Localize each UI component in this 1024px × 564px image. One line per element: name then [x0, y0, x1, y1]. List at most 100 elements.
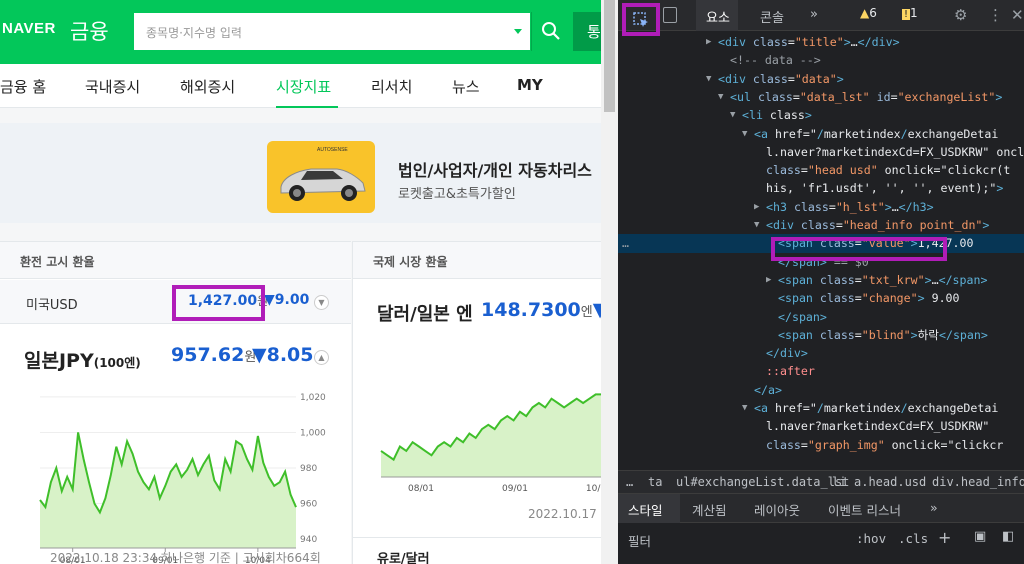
inspect-element-button[interactable] [622, 3, 660, 36]
highlight-box [172, 285, 265, 321]
nav-finance-home[interactable]: 금융 홈 [0, 76, 46, 97]
devtools-panel: 요소 콘솔 » ▲6 ! 1 ⚙ ⋮ ✕ ▶ <div class="title">… [618, 0, 1024, 564]
chart-area [381, 394, 601, 477]
warning-count[interactable]: ▲6 [860, 6, 894, 25]
dom-node-line[interactable]: l.naver?marketindexCd=FX_USDKRW" [618, 417, 1024, 435]
nav-my[interactable]: MY [517, 76, 543, 94]
usd-change: ▼9.00 [264, 292, 310, 308]
sidebar-toggle-icon[interactable]: ◧ [1002, 529, 1014, 544]
next-pair-label[interactable]: 유로/달러 [377, 548, 430, 564]
dom-node-line[interactable]: <span class="change"> 9.00 [618, 289, 1024, 307]
main-nav: 금융 홈 국내증시 해외증시 시장지표 리서치 뉴스 MY [0, 64, 601, 108]
filter-input[interactable]: 필터 [628, 531, 651, 550]
exchange-footer: 2022.10.18 23:34 하나은행 기준 | 고시회차664회 [50, 551, 321, 564]
nav-news[interactable]: 뉴스 [452, 76, 480, 97]
chevron-up-icon[interactable]: ▲ [314, 350, 329, 365]
ad-banner[interactable]: AUTOSENSE 법인/사업자/개인 자동차리스 로켓출고&초특가할인 [0, 123, 601, 223]
breadcrumb: … ta ul#exchangeList.data_lst li a.head.… [618, 470, 1024, 494]
intl-chart[interactable]: 08/01 09/01 10/0 [353, 382, 601, 492]
x-tick-label: 10/0 [586, 484, 601, 492]
dom-node-line[interactable]: l.naver?marketindexCd=FX_USDKRW" onclick… [618, 143, 1024, 161]
inspect-icon [633, 12, 648, 27]
dom-node-line[interactable]: ▼ <div class="data"> [618, 70, 1024, 88]
dom-node-line[interactable]: ▼ <li class> [618, 106, 1024, 124]
nav-research[interactable]: 리서치 [371, 76, 412, 97]
y-tick-label: 1,000 [300, 428, 326, 438]
usd-name[interactable]: 미국USD [26, 294, 78, 313]
naver-logo[interactable]: NAVER [2, 20, 56, 37]
dom-node-line[interactable]: <!-- data --> [618, 51, 1024, 69]
dropdown-arrow-icon[interactable] [514, 29, 522, 34]
tab-console[interactable]: 콘솔 [760, 7, 784, 26]
ad-car-image[interactable]: AUTOSENSE [267, 141, 375, 213]
dom-node-line[interactable]: ▶ <span class="txt_krw">…</span> [618, 271, 1024, 289]
ad-subtitle[interactable]: 로켓출고&초특가할인 [398, 183, 516, 202]
integrated-search-button[interactable]: 통 [573, 12, 601, 51]
gear-icon[interactable]: ⚙ [954, 6, 967, 24]
dom-node-line[interactable]: </span> [618, 308, 1024, 326]
ad-title[interactable]: 법인/사업자/개인 자동차리스 [398, 157, 592, 181]
panel-header: 국제 시장 환율 [353, 242, 601, 279]
more-options-icon[interactable]: ⋮ [988, 6, 1003, 24]
breadcrumb-item[interactable]: div.head_info. [932, 475, 1024, 489]
search-input[interactable]: 종목명·지수명 입력 [133, 12, 531, 51]
new-rule-button[interactable]: + [938, 528, 951, 547]
y-tick-label: 1,020 [300, 393, 326, 403]
issue-count[interactable]: ! 1 [902, 6, 936, 25]
page-scrollbar-thumb[interactable] [604, 0, 615, 112]
dom-node-line[interactable]: ▶ <div class="title">…</div> [618, 33, 1024, 51]
tab-elements[interactable]: 요소 [706, 7, 730, 26]
jpy-name[interactable]: 일본JPY(100엔) [24, 346, 141, 373]
cls-button[interactable]: .cls [898, 531, 928, 546]
jpy-chart[interactable]: 9409609801,0001,02008/01 09/01 10/04 [0, 378, 351, 564]
dom-node-line[interactable]: ▼ <a href="/marketindex/exchangeDetai [618, 399, 1024, 417]
dom-node-line[interactable]: </a> [618, 381, 1024, 399]
x-tick-label: 09/01 [502, 484, 528, 492]
breadcrumb-item[interactable]: li [832, 475, 846, 489]
more-subtabs-icon[interactable]: » [930, 500, 938, 515]
panel-title: 환전 고시 환율 [20, 255, 95, 269]
dom-node-line[interactable]: his, 'fr1.usdt', '', '', event);"> [618, 179, 1024, 197]
nav-domestic-stocks[interactable]: 국내증시 [85, 76, 140, 97]
pair-name[interactable]: 달러/일본 엔 [377, 300, 473, 326]
warning-icon: ▲ [860, 6, 870, 20]
y-tick-label: 980 [300, 464, 317, 474]
y-tick-label: 960 [300, 500, 317, 510]
exchange-rate-panel: 환전 고시 환율 미국USD 1,427.00원 ▼9.00 ▼ 일본JPY(1… [0, 241, 351, 564]
dom-node-line[interactable]: ▼ <ul class="data_lst" id="exchangeList"> [618, 88, 1024, 106]
breadcrumb-item[interactable]: ul#exchangeList.data_lst [676, 475, 849, 489]
breadcrumb-item[interactable]: ta [648, 475, 662, 489]
tab-computed[interactable]: 계산됨 [692, 500, 727, 519]
search-button[interactable] [531, 12, 569, 51]
breadcrumb-item[interactable]: … [626, 475, 633, 489]
paint-icon[interactable]: ▣ [974, 529, 986, 544]
dom-node-line[interactable]: ::after [618, 362, 1024, 380]
dom-node-line[interactable]: <span class="blind">하락</span> [618, 326, 1024, 344]
close-icon[interactable]: ✕ [1011, 6, 1024, 24]
styles-filter-bar: 필터 :hov .cls + ▣ ◧ [618, 523, 1024, 553]
nav-overseas-stocks[interactable]: 해외증시 [180, 76, 235, 97]
y-tick-label: 940 [300, 535, 317, 545]
hov-button[interactable]: :hov [856, 531, 886, 546]
tab-layout[interactable]: 레이아웃 [754, 500, 800, 519]
breadcrumb-item[interactable]: a.head.usd [854, 475, 926, 489]
dom-node-line[interactable]: ▼ <a href="/marketindex/exchangeDetai [618, 125, 1024, 143]
issue-icon: ! [902, 9, 911, 20]
intl-date: 2022.10.17 [528, 507, 597, 521]
nav-market-indicators[interactable]: 시장지표 [276, 76, 331, 97]
dom-node-line[interactable]: ▶ <h3 class="h_lst">…</h3> [618, 198, 1024, 216]
finance-logo[interactable]: 금융 [70, 16, 109, 46]
tab-styles[interactable]: 스타일 [628, 500, 663, 519]
devtools-tabbar: 요소 콘솔 » ▲6 ! 1 ⚙ ⋮ ✕ [618, 0, 1024, 36]
dom-node-line[interactable]: ▼ <div class="head_info point_dn"> [618, 216, 1024, 234]
dom-node-line[interactable]: </div> [618, 344, 1024, 362]
tab-event-listeners[interactable]: 이벤트 리스너 [828, 500, 901, 519]
top-bar: NAVER 금융 종목명·지수명 입력 통 [0, 0, 601, 64]
chevron-down-icon[interactable]: ▼ [314, 295, 329, 310]
search-icon [542, 22, 560, 40]
dom-node-line[interactable]: class="graph_img" onclick="clickcr [618, 436, 1024, 454]
more-tabs-icon[interactable]: » [810, 7, 818, 22]
dom-node-line[interactable]: class="head usd" onclick="clickcr(t [618, 161, 1024, 179]
panel-title: 국제 시장 환율 [373, 255, 448, 269]
device-toolbar-icon[interactable] [663, 7, 677, 23]
